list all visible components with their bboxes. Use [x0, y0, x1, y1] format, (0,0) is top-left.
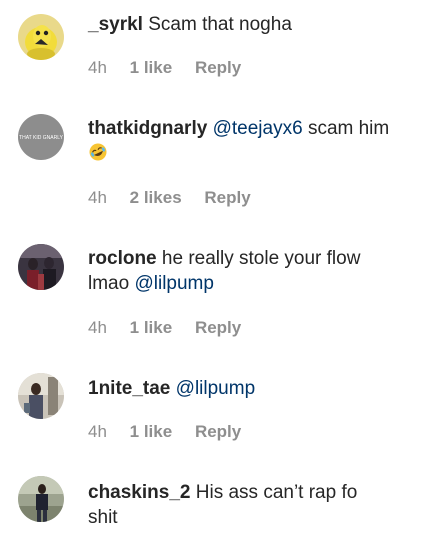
comment-time: 4h [88, 58, 107, 77]
comment-meta: 4h 2 likes Reply [88, 188, 251, 208]
photo-avatar-icon [18, 244, 64, 290]
comment-meta: 4h 1 like Reply [88, 58, 241, 78]
comment-body: 1nite_tae @lilpump [88, 376, 424, 401]
user-avatar[interactable] [18, 476, 64, 522]
comment-text-continued: shit [88, 507, 118, 528]
reply-button[interactable]: Reply [204, 188, 250, 208]
yellow-cartoon-avatar-icon [18, 14, 64, 60]
reply-button[interactable]: Reply [195, 318, 241, 338]
comment-username[interactable]: 1nite_tae [88, 378, 170, 399]
comment-time: 4h [88, 422, 107, 441]
comment-mention[interactable]: @teejayx6 [213, 118, 303, 139]
comment-body: thatkidgnarly @teejayx6 scam him [88, 116, 424, 166]
photo-avatar-icon [18, 373, 64, 419]
gray-text-avatar-icon: THAT KID GNARLY [18, 114, 64, 160]
comment-body: roclone he really stole your flow lmao @… [88, 246, 424, 296]
rolling-on-floor-laughing-emoji-icon [89, 143, 107, 161]
comment-likes[interactable]: 1 like [130, 58, 173, 78]
comment-text: His ass can’t rap fo [195, 482, 358, 503]
comment-likes[interactable]: 2 likes [130, 188, 182, 208]
comment-meta: 4h 1 like Reply [88, 422, 241, 442]
avatar-text: THAT KID GNARLY [19, 135, 64, 141]
user-avatar[interactable] [18, 373, 64, 419]
comment-username[interactable]: chaskins_2 [88, 482, 190, 503]
comment-username[interactable]: _syrkl [88, 14, 143, 35]
comment-likes[interactable]: 1 like [130, 318, 173, 338]
user-avatar[interactable] [18, 14, 64, 60]
comment-username[interactable]: roclone [88, 248, 157, 269]
comment-text-continued: lmao [88, 273, 130, 294]
comment-body: chaskins_2 His ass can’t rap fo shit [88, 480, 424, 530]
user-avatar[interactable]: THAT KID GNARLY [18, 114, 64, 160]
user-avatar[interactable] [18, 244, 64, 290]
comment-time: 4h [88, 318, 107, 337]
comment-text: scam him [307, 118, 390, 139]
reply-button[interactable]: Reply [195, 58, 241, 78]
comment-text: Scam that nogha [148, 14, 292, 35]
comment-body: _syrkl Scam that nogha [88, 12, 424, 37]
reply-button[interactable]: Reply [195, 422, 241, 442]
comment-time: 4h [88, 188, 107, 207]
comment-mention[interactable]: @lilpump [176, 378, 255, 399]
comment-likes[interactable]: 1 like [130, 422, 173, 442]
photo-avatar-icon [18, 476, 64, 522]
comment-text: he really stole your flow [161, 248, 361, 269]
comment-username[interactable]: thatkidgnarly [88, 118, 207, 139]
comment-mention[interactable]: @lilpump [134, 273, 213, 294]
comment-meta: 4h 1 like Reply [88, 318, 241, 338]
